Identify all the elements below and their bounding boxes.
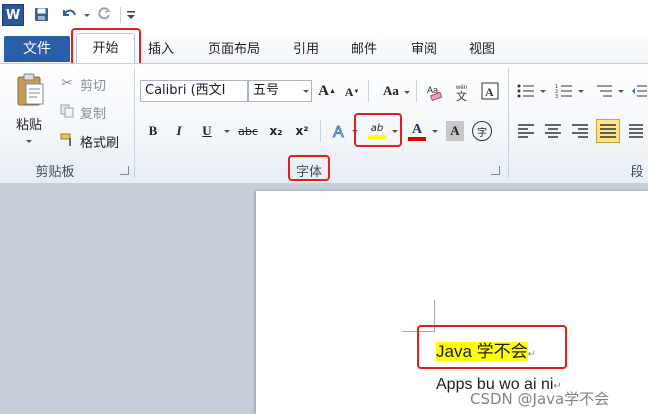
subscript-button[interactable]: x₂ [266, 121, 286, 141]
group-divider [134, 68, 135, 178]
tab-view[interactable]: 视图 [462, 40, 502, 60]
bullets-icon[interactable] [516, 82, 536, 100]
paste-button-label[interactable]: 粘贴 [8, 114, 50, 133]
superscript-button[interactable]: x² [292, 121, 312, 141]
svg-text:文: 文 [456, 89, 467, 102]
paste-icon[interactable] [14, 72, 46, 108]
font-color-label: A [411, 121, 423, 137]
font-name-combo[interactable]: Calibri (西文I [140, 80, 248, 102]
numbering-icon[interactable]: 123 [554, 82, 574, 100]
cut-button[interactable]: 剪切 [80, 75, 106, 94]
character-border-icon[interactable]: A [480, 81, 500, 101]
bold-button[interactable]: B [144, 121, 162, 141]
font-subdivider [368, 80, 369, 102]
redo-icon[interactable] [96, 6, 112, 22]
word-icon[interactable]: W [2, 4, 24, 26]
bullets-dropdown-icon[interactable] [540, 90, 546, 93]
font-subdivider [320, 120, 321, 142]
tab-mailings[interactable]: 邮件 [344, 40, 384, 60]
tab-review[interactable]: 审阅 [404, 40, 444, 60]
quick-access-toolbar: W [0, 0, 648, 30]
clear-formatting-icon[interactable]: Aa [424, 81, 446, 103]
enclose-characters-button[interactable]: 字 [472, 121, 492, 141]
font-subdivider [416, 80, 417, 102]
justify-icon[interactable] [596, 119, 620, 143]
align-center-icon[interactable] [543, 121, 563, 141]
change-case-icon[interactable]: Aa [380, 82, 402, 100]
qat-divider [120, 7, 121, 23]
tab-references[interactable]: 引用 [286, 40, 326, 60]
decrease-indent-icon[interactable] [630, 82, 648, 100]
text-effects-icon[interactable]: A [330, 120, 350, 142]
grow-font-icon[interactable]: A ▲ [318, 81, 336, 101]
distributed-icon[interactable] [627, 121, 645, 141]
copy-button[interactable]: 复制 [80, 103, 106, 122]
clipboard-dialog-launcher-icon[interactable] [120, 166, 129, 175]
italic-button[interactable]: I [170, 121, 188, 141]
undo-dropdown-icon[interactable] [84, 14, 90, 17]
format-painter-icon[interactable] [60, 133, 76, 147]
highlight-box-highlight-button [354, 113, 402, 147]
strikethrough-button[interactable]: abc [236, 121, 260, 141]
highlight-box-document-text [417, 325, 567, 369]
numbering-dropdown-icon[interactable] [578, 90, 584, 93]
paste-dropdown-icon[interactable] [26, 140, 32, 143]
font-color-bar [408, 136, 426, 141]
underline-dropdown-icon[interactable] [224, 130, 230, 133]
multilevel-dropdown-icon[interactable] [618, 90, 624, 93]
copy-icon[interactable] [60, 104, 74, 118]
paragraph-group-label: 段 [630, 165, 644, 180]
clipboard-group-label: 剪贴板 [35, 165, 75, 180]
change-case-dropdown-icon[interactable] [404, 91, 410, 94]
font-color-button[interactable]: A [406, 120, 428, 142]
character-shading-label: A [450, 123, 460, 138]
font-size-dropdown-icon[interactable] [303, 90, 309, 93]
svg-text:A: A [485, 85, 494, 99]
grow-font-label: A [318, 82, 329, 99]
phonetic-guide-icon[interactable]: wén 文 [452, 81, 474, 103]
align-right-icon[interactable] [570, 121, 590, 141]
watermark: CSDN @Java学不会 [470, 390, 610, 408]
undo-icon[interactable] [60, 6, 78, 22]
font-color-dropdown-icon[interactable] [432, 130, 438, 133]
highlight-box-font-group [288, 155, 330, 181]
tab-page-layout[interactable]: 页面布局 [200, 40, 268, 60]
tab-insert[interactable]: 插入 [142, 40, 180, 60]
character-shading-button[interactable]: A [446, 121, 464, 141]
change-case-label: Aa [383, 83, 399, 98]
tab-file[interactable]: 文件 [4, 36, 70, 62]
multilevel-list-icon[interactable] [594, 82, 614, 100]
save-icon[interactable] [34, 7, 49, 22]
enclose-characters-label: 字 [477, 127, 487, 139]
customize-qat-icon[interactable] [126, 9, 136, 21]
underline-button[interactable]: U [198, 121, 216, 141]
font-dialog-launcher-icon[interactable] [491, 166, 500, 175]
cut-icon[interactable]: ✂ [60, 76, 74, 91]
group-divider [508, 68, 509, 178]
shrink-font-icon[interactable]: A ▼ [344, 83, 360, 101]
svg-text:3: 3 [555, 94, 558, 99]
align-left-icon[interactable] [516, 121, 536, 141]
font-size-value: 五号 [253, 83, 280, 98]
shrink-font-label: A [344, 84, 354, 99]
svg-text:A: A [333, 124, 344, 141]
format-painter-button[interactable]: 格式刷 [80, 132, 119, 151]
